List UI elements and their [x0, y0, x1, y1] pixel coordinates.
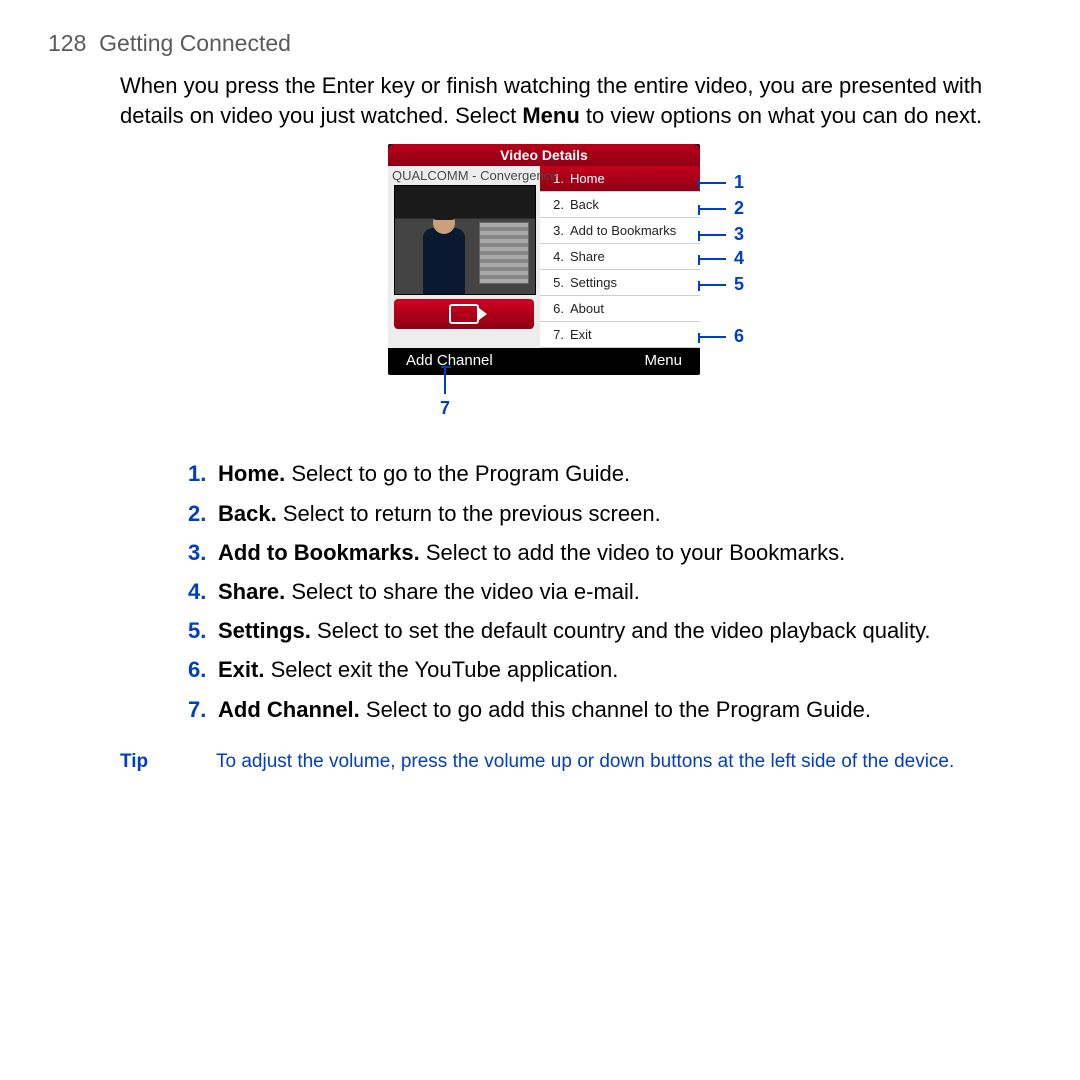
- page-header: 128 Getting Connected: [48, 30, 1032, 57]
- page-number: 128: [48, 30, 86, 56]
- list-item: 2. Back. Select to return to the previou…: [188, 496, 1032, 531]
- list-item: 7. Add Channel. Select to go add this ch…: [188, 692, 1032, 727]
- numbered-list: 1. Home. Select to go to the Program Gui…: [148, 456, 1032, 726]
- menu-label: Exit: [570, 322, 592, 347]
- list-item: 6. Exit. Select exit the YouTube applica…: [188, 652, 1032, 687]
- menu-label: Share: [570, 244, 605, 269]
- figure: Video Details QUALCOMM - Convergence: [48, 144, 1032, 434]
- video-title: QUALCOMM - Convergence: [388, 166, 540, 185]
- menu-label: Add to Bookmarks: [570, 218, 676, 243]
- menu-item-settings[interactable]: 5. Settings: [540, 270, 700, 296]
- menu-label: Settings: [570, 270, 617, 295]
- callout-6: 6: [698, 326, 744, 347]
- list-item: 5. Settings. Select to set the default c…: [188, 613, 1032, 648]
- section-title: Getting Connected: [99, 30, 291, 56]
- record-button[interactable]: [394, 299, 534, 329]
- menu-item-share[interactable]: 4. Share: [540, 244, 700, 270]
- menu-label: Home: [570, 166, 605, 191]
- video-thumbnail: [394, 185, 536, 295]
- menu-item-about[interactable]: 6. About: [540, 296, 700, 322]
- callout-3: 3: [698, 224, 744, 245]
- callout-4: 4: [698, 248, 744, 269]
- menu-item-back[interactable]: 2. Back: [540, 192, 700, 218]
- menu-item-bookmarks[interactable]: 3. Add to Bookmarks: [540, 218, 700, 244]
- callout-5: 5: [698, 274, 744, 295]
- phone-title: Video Details: [388, 144, 700, 166]
- phone-screenshot: Video Details QUALCOMM - Convergence: [388, 144, 700, 375]
- list-item: 3. Add to Bookmarks. Select to add the v…: [188, 535, 1032, 570]
- intro-post: to view options on what you can do next.: [580, 103, 982, 128]
- tip-block: Tip To adjust the volume, press the volu…: [120, 749, 1032, 775]
- softkey-menu[interactable]: Menu: [644, 352, 682, 369]
- list-item: 4. Share. Select to share the video via …: [188, 574, 1032, 609]
- camera-icon: [449, 304, 479, 324]
- callout-7: 7: [440, 366, 450, 419]
- menu-item-exit[interactable]: 7. Exit: [540, 322, 700, 348]
- tip-label: Tip: [120, 749, 216, 775]
- list-item: 1. Home. Select to go to the Program Gui…: [188, 456, 1032, 491]
- menu-item-home[interactable]: 1. Home: [540, 166, 700, 192]
- callout-2: 2: [698, 198, 744, 219]
- callout-1: 1: [698, 172, 744, 193]
- tip-text: To adjust the volume, press the volume u…: [216, 749, 954, 775]
- context-menu: 1. Home 2. Back 3. Add to Bookmarks 4. S…: [540, 166, 700, 348]
- menu-label: About: [570, 296, 604, 321]
- menu-label: Back: [570, 192, 599, 217]
- intro-paragraph: When you press the Enter key or finish w…: [120, 71, 1032, 130]
- intro-bold: Menu: [522, 103, 579, 128]
